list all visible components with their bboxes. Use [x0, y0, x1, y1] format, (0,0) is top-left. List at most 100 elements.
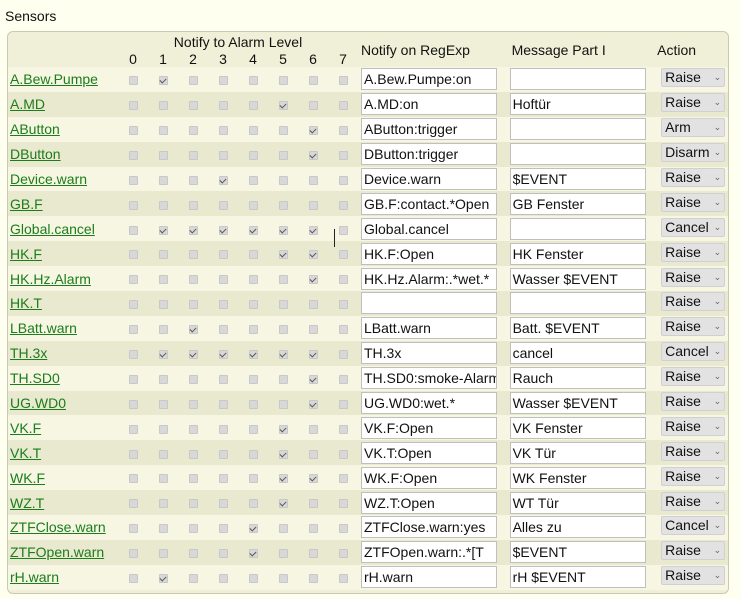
level-3-checkbox[interactable] — [218, 325, 228, 335]
level-4-checkbox[interactable] — [248, 275, 258, 285]
level-0-checkbox[interactable] — [128, 175, 138, 185]
level-0-checkbox[interactable] — [128, 350, 138, 360]
action-select[interactable]: Raise ⌄ — [661, 168, 726, 187]
level-0-checkbox[interactable] — [128, 449, 138, 459]
level-2-checkbox[interactable] — [188, 225, 198, 235]
regexp-input[interactable]: LBatt.warn — [361, 317, 497, 340]
level-7-checkbox[interactable] — [338, 76, 348, 86]
level-6-checkbox[interactable] — [308, 76, 318, 86]
level-5-checkbox[interactable] — [278, 325, 288, 335]
level-4-checkbox[interactable] — [248, 449, 258, 459]
sensor-link[interactable]: UG.WD0 — [10, 395, 66, 411]
level-5-checkbox[interactable] — [278, 374, 288, 384]
level-1-checkbox[interactable] — [158, 350, 168, 360]
level-7-checkbox[interactable] — [338, 350, 348, 360]
level-5-checkbox[interactable] — [278, 200, 288, 210]
level-5-checkbox[interactable] — [278, 474, 288, 484]
message-input[interactable]: GB Fenster — [509, 192, 646, 215]
level-2-checkbox[interactable] — [188, 399, 198, 409]
sensor-link[interactable]: TH.SD0 — [10, 370, 60, 386]
level-4-checkbox[interactable] — [248, 200, 258, 210]
message-input[interactable]: Alles zu — [509, 516, 646, 539]
level-5-checkbox[interactable] — [278, 574, 288, 584]
level-4-checkbox[interactable] — [248, 499, 258, 509]
level-2-checkbox[interactable] — [188, 350, 198, 360]
level-7-checkbox[interactable] — [338, 424, 348, 434]
level-0-checkbox[interactable] — [128, 300, 138, 310]
regexp-input[interactable] — [361, 292, 497, 315]
regexp-input[interactable]: HK.F:Open — [361, 242, 497, 265]
level-7-checkbox[interactable] — [338, 300, 348, 310]
level-4-checkbox[interactable] — [248, 350, 258, 360]
sensor-link[interactable]: Device.warn — [10, 171, 87, 187]
level-1-checkbox[interactable] — [158, 424, 168, 434]
action-select[interactable]: Disarm ⌄ — [661, 143, 726, 163]
action-select[interactable]: Raise ⌄ — [661, 242, 726, 262]
level-5-checkbox[interactable] — [278, 275, 288, 285]
level-6-checkbox[interactable] — [308, 275, 318, 285]
level-4-checkbox[interactable] — [248, 374, 258, 384]
level-6-checkbox[interactable] — [308, 549, 318, 559]
level-0-checkbox[interactable] — [128, 200, 138, 210]
regexp-input[interactable]: VK.T:Open — [361, 441, 497, 464]
sensor-link[interactable]: ZTFClose.warn — [10, 519, 106, 535]
message-input[interactable]: $EVENT — [509, 541, 646, 564]
level-3-checkbox[interactable] — [218, 225, 228, 235]
level-4-checkbox[interactable] — [248, 76, 258, 86]
sensor-link[interactable]: LBatt.warn — [10, 320, 77, 336]
level-1-checkbox[interactable] — [158, 126, 168, 136]
sensor-link[interactable]: WK.F — [10, 470, 45, 486]
message-input[interactable] — [509, 118, 646, 141]
level-2-checkbox[interactable] — [188, 175, 198, 185]
level-0-checkbox[interactable] — [128, 225, 138, 235]
level-7-checkbox[interactable] — [338, 325, 348, 335]
level-2-checkbox[interactable] — [188, 449, 198, 459]
level-7-checkbox[interactable] — [338, 175, 348, 185]
action-select[interactable]: Cancel ⌄ — [661, 516, 726, 536]
level-0-checkbox[interactable] — [128, 101, 138, 111]
sensor-link[interactable]: AButton — [10, 121, 60, 137]
level-1-checkbox[interactable] — [158, 275, 168, 285]
level-0-checkbox[interactable] — [128, 275, 138, 285]
level-1-checkbox[interactable] — [158, 524, 168, 534]
level-3-checkbox[interactable] — [218, 499, 228, 509]
regexp-input[interactable]: Global.cancel — [361, 217, 497, 240]
message-input[interactable] — [509, 292, 646, 315]
level-7-checkbox[interactable] — [338, 225, 348, 235]
message-input[interactable]: Batt. $EVENT — [509, 317, 646, 340]
level-3-checkbox[interactable] — [218, 250, 228, 260]
level-7-checkbox[interactable] — [338, 275, 348, 285]
level-6-checkbox[interactable] — [308, 350, 318, 360]
level-7-checkbox[interactable] — [338, 549, 348, 559]
level-2-checkbox[interactable] — [188, 424, 198, 434]
level-3-checkbox[interactable] — [218, 374, 228, 384]
level-5-checkbox[interactable] — [278, 225, 288, 235]
level-3-checkbox[interactable] — [218, 275, 228, 285]
level-6-checkbox[interactable] — [308, 399, 318, 409]
level-3-checkbox[interactable] — [218, 300, 228, 310]
sensor-link[interactable]: HK.F — [10, 246, 42, 262]
sensor-link[interactable]: WZ.T — [10, 495, 44, 511]
level-2-checkbox[interactable] — [188, 325, 198, 335]
message-input[interactable]: Rauch — [509, 367, 646, 390]
action-select[interactable]: Raise ⌄ — [661, 317, 726, 337]
level-7-checkbox[interactable] — [338, 524, 348, 534]
level-2-checkbox[interactable] — [188, 300, 198, 310]
level-2-checkbox[interactable] — [188, 275, 198, 285]
regexp-input[interactable]: VK.F:Open — [361, 416, 497, 439]
message-input[interactable]: HK Fenster — [509, 242, 646, 265]
level-1-checkbox[interactable] — [158, 175, 168, 185]
level-5-checkbox[interactable] — [278, 549, 288, 559]
level-4-checkbox[interactable] — [248, 424, 258, 434]
level-0-checkbox[interactable] — [128, 76, 138, 86]
level-3-checkbox[interactable] — [218, 350, 228, 360]
level-7-checkbox[interactable] — [338, 150, 348, 160]
level-1-checkbox[interactable] — [158, 101, 168, 111]
level-0-checkbox[interactable] — [128, 126, 138, 136]
level-5-checkbox[interactable] — [278, 350, 288, 360]
action-select[interactable]: Raise ⌄ — [661, 292, 726, 312]
level-1-checkbox[interactable] — [158, 300, 168, 310]
level-4-checkbox[interactable] — [248, 150, 258, 160]
message-input[interactable] — [509, 68, 646, 91]
level-1-checkbox[interactable] — [158, 225, 168, 235]
